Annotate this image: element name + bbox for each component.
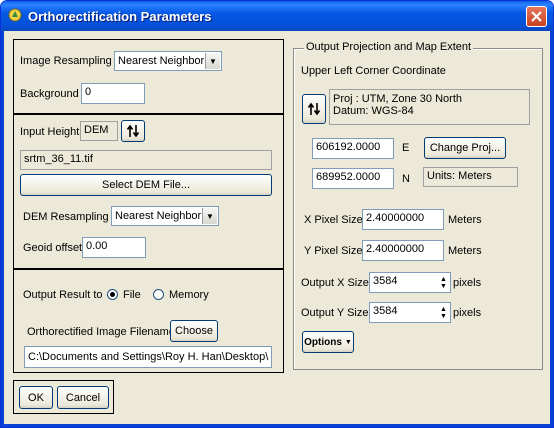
- geoid-offset-label: Geoid offset: [23, 242, 83, 254]
- window-border-right: [550, 31, 553, 427]
- cancel-button[interactable]: Cancel: [57, 386, 109, 409]
- upper-left-corner-label: Upper Left Corner Coordinate: [301, 65, 446, 77]
- swap-arrows-icon: [307, 102, 321, 116]
- filename-input[interactable]: C:\Documents and Settings\Roy H. Han\Des…: [24, 346, 272, 368]
- x-pixel-size-label: X Pixel Size: [304, 214, 363, 226]
- dialog-window: Orthorectification Parameters Image Resa…: [0, 0, 554, 428]
- swap-arrows-icon: [126, 124, 140, 138]
- projection-line: Proj : UTM, Zone 30 North: [333, 93, 462, 105]
- output-panel: Output Result to File Memory Orthorectif…: [13, 269, 284, 373]
- close-button[interactable]: [526, 6, 547, 27]
- x-pixel-size-input[interactable]: 2.40000000: [362, 209, 444, 230]
- resampling-panel: Image Resampling Nearest Neighbor ▼ Back…: [13, 39, 284, 114]
- change-proj-button[interactable]: Change Proj...: [424, 137, 506, 159]
- easting-input[interactable]: 606192.0000: [312, 138, 394, 159]
- proj-swap-button[interactable]: [302, 94, 326, 124]
- output-x-size-label: Output X Size: [301, 277, 369, 289]
- output-y-size-spinner[interactable]: ▲ ▼: [437, 304, 450, 321]
- image-resampling-value: Nearest Neighbor: [118, 55, 205, 67]
- options-button-label: Options: [304, 336, 342, 348]
- close-icon: [531, 11, 542, 22]
- chevron-down-icon: ▼: [205, 53, 220, 69]
- geoid-offset-input[interactable]: 0.00: [82, 237, 146, 258]
- output-y-size-label: Output Y Size: [301, 307, 369, 319]
- dem-panel: Input Height DEM srtm_36_11.tif Select D…: [13, 114, 284, 269]
- output-x-size-unit: pixels: [453, 277, 482, 289]
- radio-file[interactable]: [107, 289, 118, 300]
- easting-label: E: [402, 142, 410, 154]
- window-border-bottom: [1, 424, 553, 427]
- projection-group-title: Output Projection and Map Extent: [304, 41, 474, 53]
- app-icon: [8, 8, 22, 22]
- window-title: Orthorectification Parameters: [28, 9, 212, 24]
- spin-down-icon[interactable]: ▼: [440, 283, 447, 290]
- chevron-down-icon: ▼: [344, 338, 352, 346]
- input-height-swap-button[interactable]: [121, 120, 145, 142]
- y-pixel-size-label: Y Pixel Size: [304, 245, 363, 257]
- output-x-size-spinner[interactable]: ▲ ▼: [437, 274, 450, 291]
- filename-label: Orthorectified Image Filename: [27, 326, 175, 338]
- dem-file-display: srtm_36_11.tif: [20, 150, 272, 170]
- dialog-body: Image Resampling Nearest Neighbor ▼ Back…: [4, 31, 550, 424]
- units-display: Units: Meters: [423, 167, 518, 187]
- spin-up-icon[interactable]: ▲: [440, 276, 447, 283]
- image-resampling-select[interactable]: Nearest Neighbor ▼: [114, 51, 222, 71]
- spin-down-icon[interactable]: ▼: [440, 313, 447, 320]
- projection-group: Output Projection and Map Extent Upper L…: [293, 41, 543, 370]
- y-pixel-size-input[interactable]: 2.40000000: [362, 240, 444, 261]
- options-button[interactable]: Options ▼: [302, 331, 354, 353]
- x-pixel-unit: Meters: [448, 214, 482, 226]
- select-dem-file-button[interactable]: Select DEM File...: [20, 174, 272, 196]
- datum-line: Datum: WGS-84: [333, 105, 414, 117]
- radio-memory[interactable]: [153, 289, 164, 300]
- spin-up-icon[interactable]: ▲: [440, 306, 447, 313]
- northing-label: N: [402, 173, 410, 185]
- image-resampling-label: Image Resampling: [20, 55, 112, 67]
- projection-info: Proj : UTM, Zone 30 North Datum: WGS-84: [329, 89, 530, 125]
- ok-button[interactable]: OK: [19, 386, 53, 409]
- dem-resampling-select[interactable]: Nearest Neighbor ▼: [111, 206, 219, 226]
- radio-memory-label[interactable]: Memory: [169, 289, 209, 301]
- input-height-label: Input Height: [20, 126, 80, 138]
- title-bar[interactable]: Orthorectification Parameters: [1, 1, 553, 31]
- radio-file-label[interactable]: File: [123, 289, 141, 301]
- chevron-down-icon: ▼: [202, 208, 217, 224]
- choose-button[interactable]: Choose: [170, 320, 218, 342]
- dem-resampling-value: Nearest Neighbor: [115, 210, 202, 222]
- background-label: Background: [20, 88, 79, 100]
- background-input[interactable]: 0: [81, 83, 145, 104]
- output-result-label: Output Result to: [23, 289, 103, 301]
- input-height-value: DEM: [80, 121, 118, 141]
- y-pixel-unit: Meters: [448, 245, 482, 257]
- northing-input[interactable]: 689952.0000: [312, 168, 394, 189]
- dem-resampling-label: DEM Resampling: [23, 211, 109, 223]
- footer-panel: OK Cancel: [13, 380, 114, 414]
- output-y-size-unit: pixels: [453, 307, 482, 319]
